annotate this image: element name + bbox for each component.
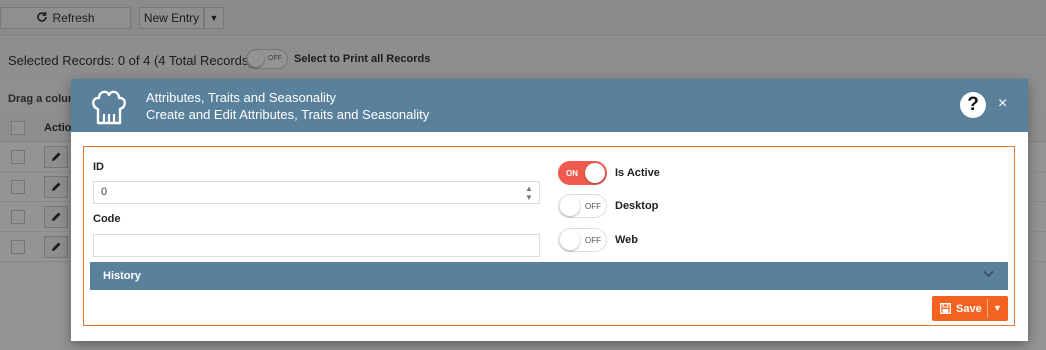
save-divider [987,299,988,318]
code-input[interactable] [93,234,540,257]
dialog-header: Attributes, Traits and Seasonality Creat… [71,79,1028,132]
web-toggle[interactable]: OFF [558,228,607,252]
dialog-form: ID 0 ▲ ▼ Code ON Is Active OFF Desktop O… [83,146,1015,326]
desktop-label: Desktop [615,200,659,212]
save-label: Save [956,303,982,315]
help-icon[interactable]: ? [960,92,986,118]
web-label: Web [615,234,639,246]
save-button[interactable]: Save ▼ [932,296,1008,321]
code-label: Code [93,213,121,225]
dialog-subtitle: Create and Edit Attributes, Traits and S… [146,107,430,122]
toggle-state-label: OFF [585,202,601,211]
toggle-state-label: OFF [585,236,601,245]
stepper-down-icon[interactable]: ▼ [525,193,533,202]
attributes-dialog: Attributes, Traits and Seasonality Creat… [71,79,1028,341]
dialog-title: Attributes, Traits and Seasonality [146,90,337,105]
toggle-knob [585,163,605,183]
stepper-up-icon[interactable]: ▲ [525,184,533,193]
id-input[interactable]: 0 ▲ ▼ [93,181,540,204]
history-label: History [103,270,141,282]
chevron-down-icon [983,268,994,282]
is-active-toggle[interactable]: ON [558,161,607,185]
history-panel-header[interactable]: History [90,262,1008,290]
floppy-disk-icon [940,303,951,314]
id-value: 0 [101,186,108,198]
desktop-toggle[interactable]: OFF [558,194,607,218]
save-dropdown-caret-icon[interactable]: ▼ [993,303,1002,313]
id-stepper[interactable]: ▲ ▼ [523,182,535,203]
toggle-knob [560,196,580,216]
toggle-knob [560,230,580,250]
chef-hat-icon [92,90,126,125]
is-active-label: Is Active [615,167,660,179]
id-label: ID [93,161,104,173]
close-icon[interactable]: × [998,95,1007,113]
toggle-state-label: ON [566,169,578,178]
